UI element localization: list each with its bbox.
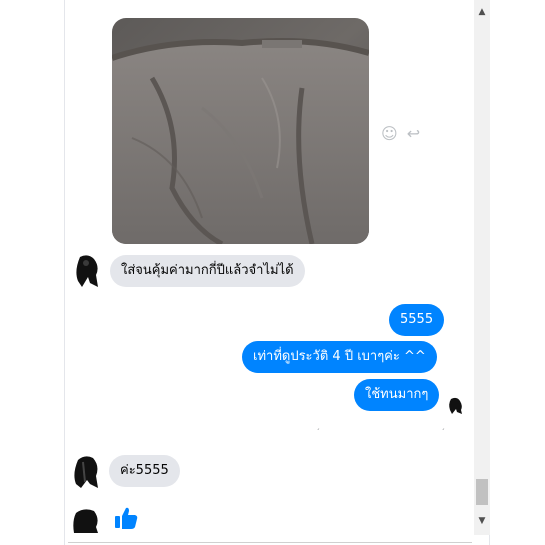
received-message[interactable]: ค่ะ5555 bbox=[109, 455, 180, 487]
typing-dot: ˏ bbox=[316, 421, 320, 430]
avatar-image bbox=[76, 255, 98, 287]
seen-avatar bbox=[448, 396, 464, 414]
reply-icon[interactable]: ↩ bbox=[407, 124, 420, 143]
avatar-image bbox=[74, 456, 98, 488]
scrollbar[interactable]: ▲ ▼ bbox=[474, 0, 490, 535]
typing-dot: ˏ bbox=[441, 421, 445, 430]
sent-message[interactable]: ใช้ทนมากๆ bbox=[354, 379, 440, 411]
smiley-icon[interactable]: ☺ bbox=[381, 124, 398, 143]
sent-message[interactable]: เท่าที่ดูประวัติ 4 ปี เบาๆค่ะ ^^ bbox=[242, 341, 437, 373]
photo-message[interactable] bbox=[112, 18, 369, 244]
arrow-up-icon[interactable]: ▲ bbox=[474, 4, 490, 20]
avatar-image bbox=[73, 509, 98, 533]
thumbs-up-icon[interactable] bbox=[113, 505, 139, 531]
arrow-down-icon[interactable]: ▼ bbox=[474, 513, 490, 529]
scrollbar-thumb[interactable] bbox=[476, 479, 488, 505]
divider bbox=[68, 542, 472, 543]
message-actions: ☺ ↩ bbox=[381, 124, 424, 143]
avatar[interactable] bbox=[74, 253, 102, 287]
received-message[interactable]: ใส่จนคุ้มค่ามากกี่ปีแล้วจำไม่ได้ bbox=[110, 255, 305, 287]
avatar[interactable] bbox=[73, 454, 101, 488]
avatar[interactable] bbox=[72, 507, 100, 533]
underwear-photo bbox=[112, 18, 369, 244]
sent-message[interactable]: 5555 bbox=[389, 304, 445, 336]
